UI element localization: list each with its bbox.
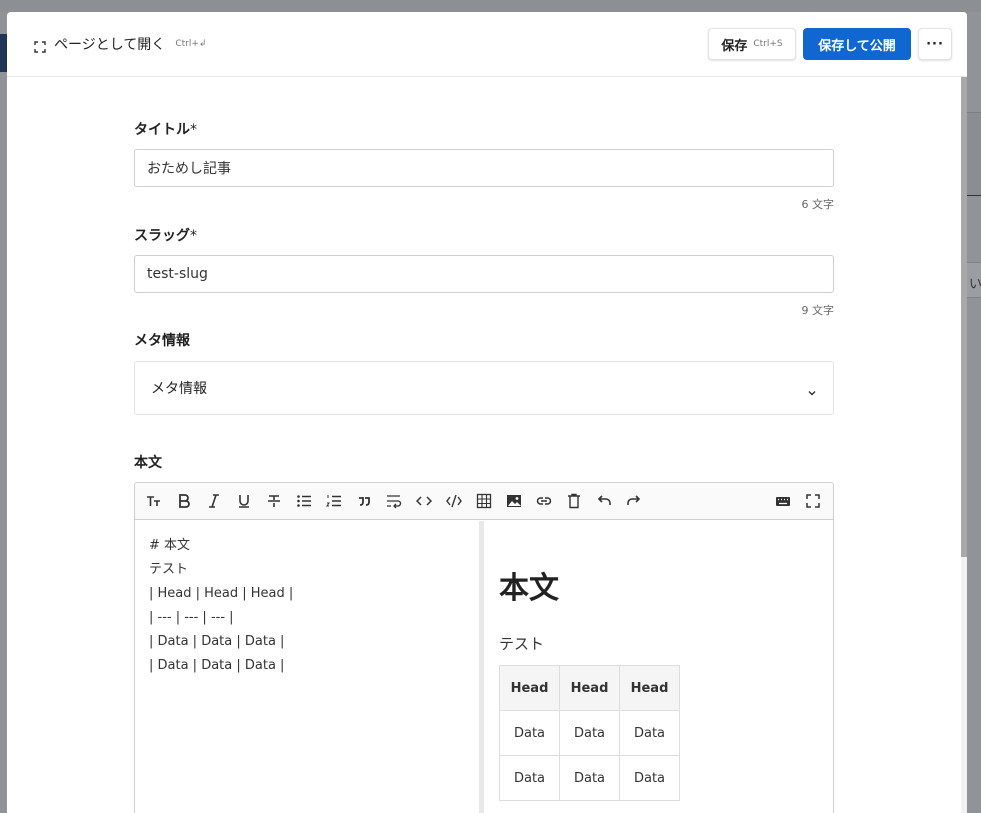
meta-field-label: メタ情報 [134,333,190,349]
slug-field-label: スラッグ* [134,225,197,245]
table-header-cell: Head [619,665,680,711]
editor-modal: ページとして開く Ctrl+↲ 保存 Ctrl+S 保存して公開 ··· タイト… [7,12,967,813]
background-sidebar-edge [0,34,7,72]
table-cell: Data [499,710,560,756]
more-options-button[interactable]: ··· [918,28,952,60]
table-cell: Data [559,710,620,756]
table-row: Data Data Data [499,755,680,801]
title-char-count: 6 文字 [801,198,835,211]
slug-label-text: スラッグ [134,228,190,244]
italic-icon[interactable] [204,491,224,511]
numbered-list-icon[interactable] [324,491,344,511]
slug-input[interactable] [134,255,834,293]
editor-toolbar [135,483,833,520]
code-block-icon[interactable] [444,491,464,511]
preview-paragraph: テスト [499,635,545,653]
strikethrough-icon[interactable] [264,491,284,511]
table-header-cell: Head [559,665,620,711]
source-line: | Head | Head | Head | [149,586,294,601]
chevron-down-icon [807,383,817,396]
preview-table: Head Head Head Data Data Data Data Data … [499,665,680,801]
table-header-cell: Head [499,665,560,711]
wrap-icon[interactable] [384,491,404,511]
source-line: | Data | Data | Data | [149,658,285,673]
source-line: | Data | Data | Data | [149,634,285,649]
title-label-text: タイトル [134,122,190,138]
table-cell: Data [619,755,680,801]
save-button-label: 保存 [721,38,748,54]
image-icon[interactable] [504,491,524,511]
title-field-label: タイトル* [134,119,197,139]
link-icon[interactable] [534,491,554,511]
markdown-source-pane[interactable]: # 本文 テスト | Head | Head | Head | | --- | … [135,521,479,813]
code-icon[interactable] [414,491,434,511]
expand-icon [34,38,46,53]
background-text-edge: い [966,262,981,298]
required-mark: * [190,228,197,244]
bold-icon[interactable] [174,491,194,511]
markdown-editor: # 本文 テスト | Head | Head | Head | | --- | … [134,482,834,813]
undo-icon[interactable] [594,491,614,511]
source-line: # 本文 [149,538,191,553]
underline-icon[interactable] [234,491,254,511]
background-panel-edge [966,112,981,196]
slug-char-count: 9 文字 [801,304,835,317]
keyboard-icon[interactable] [773,491,793,511]
redo-icon[interactable] [624,491,644,511]
table-cell: Data [559,755,620,801]
table-icon[interactable] [474,491,494,511]
bullet-list-icon[interactable] [294,491,314,511]
modal-header: ページとして開く Ctrl+↲ 保存 Ctrl+S 保存して公開 ··· [7,12,967,77]
required-mark: * [190,122,197,138]
open-as-page-shortcut: Ctrl+↲ [175,39,207,49]
table-cell: Data [619,710,680,756]
markdown-preview-pane: 本文 テスト Head Head Head Data Data Data Dat… [484,521,833,813]
table-header-row: Head Head Head [499,665,680,711]
save-shortcut: Ctrl+S [753,39,783,49]
heading-icon[interactable] [144,491,164,511]
meta-accordion-label: メタ情報 [151,381,207,397]
open-as-page-label: ページとして開く [54,37,166,53]
meta-accordion[interactable]: メタ情報 [134,361,834,415]
source-line: テスト [149,562,189,577]
delete-icon[interactable] [564,491,584,511]
preview-heading: 本文 [499,571,559,606]
save-and-publish-button[interactable]: 保存して公開 [803,28,911,60]
scrollbar-thumb[interactable] [961,77,967,557]
open-as-page-button[interactable]: ページとして開く Ctrl+↲ [34,34,206,54]
table-row: Data Data Data [499,710,680,756]
background-header [0,0,981,12]
fullscreen-icon[interactable] [803,491,823,511]
table-cell: Data [499,755,560,801]
save-button[interactable]: 保存 Ctrl+S [708,28,796,60]
body-field-label: 本文 [134,455,162,471]
quote-icon[interactable] [354,491,374,511]
source-line: | --- | --- | --- | [149,610,234,625]
title-input[interactable] [134,149,834,187]
